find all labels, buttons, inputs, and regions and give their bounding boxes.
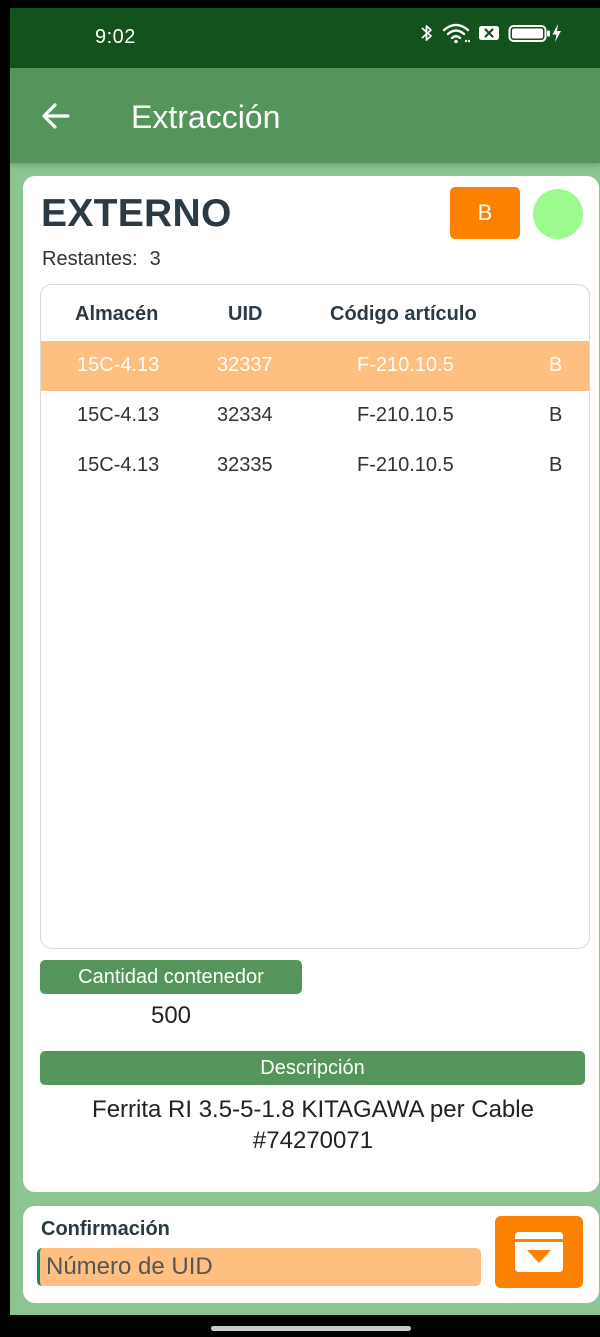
remaining-count: 3 xyxy=(149,248,161,270)
column-header-uid: UID xyxy=(228,303,263,325)
app-bar: Extracción xyxy=(10,68,600,163)
uid-input[interactable] xyxy=(37,1248,481,1286)
wifi-icon xyxy=(442,23,470,44)
table-header: Almacén UID Código artículo xyxy=(41,285,589,341)
confirm-card: Confirmación xyxy=(23,1206,599,1303)
table-row[interactable]: 15C-4.13 32334 F-210.10.5 B xyxy=(41,391,589,441)
system-nav-bar xyxy=(0,1315,600,1337)
bluetooth-icon xyxy=(421,25,432,41)
description-value: Ferrita RI 3.5-5-1.8 KITAGAWA per Cable … xyxy=(92,1096,534,1154)
archive-download-icon xyxy=(515,1232,563,1272)
battery-charging-icon xyxy=(508,24,561,42)
items-table: Almacén UID Código artículo 15C-4.13 323… xyxy=(40,284,590,949)
cell-almacen: 15C-4.13 xyxy=(77,454,160,476)
arrow-left-icon xyxy=(42,103,70,129)
screen: 9:02 Extracción EXTERNO B Restantes: 3 A… xyxy=(10,8,600,1315)
confirm-label: Confirmación xyxy=(41,1218,170,1240)
status-indicator xyxy=(533,189,583,239)
cell-almacen: 15C-4.13 xyxy=(77,354,160,376)
status-time: 9:02 xyxy=(95,26,136,48)
status-icons xyxy=(420,22,564,44)
notification-icon xyxy=(479,26,499,40)
column-header-almacen: Almacén xyxy=(75,303,159,325)
description-label: Descripción xyxy=(40,1051,585,1085)
table-row[interactable]: 15C-4.13 32337 F-210.10.5 B xyxy=(41,341,589,391)
column-header-codigo: Código artículo xyxy=(330,303,477,325)
cell-uid: 32334 xyxy=(217,404,273,426)
status-bar: 9:02 xyxy=(10,8,600,68)
cell-uid: 32337 xyxy=(217,354,273,376)
type-badge-label: B xyxy=(477,200,493,225)
remaining-label: Restantes: xyxy=(42,248,138,270)
quantity-value: 500 xyxy=(150,1002,192,1029)
type-badge-button[interactable]: B xyxy=(450,187,520,239)
confirm-button[interactable] xyxy=(495,1216,583,1288)
cell-almacen: 15C-4.13 xyxy=(77,404,160,426)
cell-tipo: B xyxy=(549,404,563,426)
remaining-counter: Restantes: 3 xyxy=(42,248,161,271)
cell-codigo: F-210.10.5 xyxy=(357,354,454,376)
page-title: EXTERNO xyxy=(41,192,232,235)
cell-tipo: B xyxy=(549,354,563,376)
extraction-card: EXTERNO B Restantes: 3 Almacén UID Código… xyxy=(23,176,599,1192)
cell-uid: 32335 xyxy=(217,454,273,476)
quantity-label: Cantidad contenedor xyxy=(40,960,302,994)
cell-codigo: F-210.10.5 xyxy=(357,454,454,476)
back-button[interactable] xyxy=(36,96,76,136)
app-title: Extracción xyxy=(131,99,281,135)
cell-codigo: F-210.10.5 xyxy=(357,404,454,426)
home-gesture-handle[interactable] xyxy=(211,1326,411,1331)
table-row[interactable]: 15C-4.13 32335 F-210.10.5 B xyxy=(41,441,589,491)
cell-tipo: B xyxy=(549,454,563,476)
